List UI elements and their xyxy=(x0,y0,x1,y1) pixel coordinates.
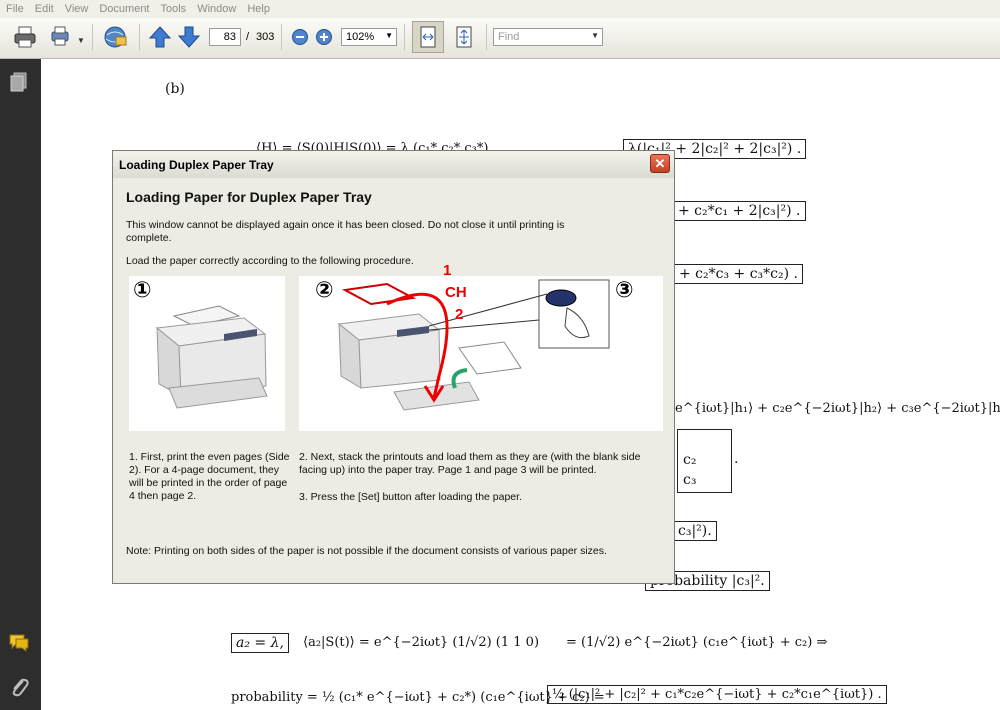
dialog-heading: Loading Paper for Duplex Paper Tray xyxy=(126,189,372,205)
warning-text: This window cannot be displayed again on… xyxy=(126,219,565,244)
menu-window[interactable]: Window xyxy=(191,3,241,15)
toolbar-separator xyxy=(139,24,140,50)
menu-document[interactable]: Document xyxy=(93,3,154,15)
handwritten-note: 1 xyxy=(443,262,452,279)
toolbar-separator xyxy=(486,24,487,50)
loading-duplex-dialog: Loading Duplex Paper Tray ✕ Loading Pape… xyxy=(112,150,675,584)
fit-width-button[interactable] xyxy=(412,21,444,53)
total-pages: 303 xyxy=(256,31,275,43)
print-setup-button[interactable] xyxy=(48,24,74,50)
menu-view[interactable]: View xyxy=(59,3,94,15)
zoom-in-icon xyxy=(316,29,332,45)
find-input[interactable]: Find ▼ xyxy=(493,28,603,46)
tray-illustration xyxy=(337,279,610,411)
navigation-panel xyxy=(0,59,41,710)
pages-icon xyxy=(10,72,27,92)
boxed-equation: + c₂*c₃ + c₃*c₂) . xyxy=(674,264,803,284)
fit-page-button[interactable] xyxy=(451,24,477,50)
boxed-equation: + c₂*c₁ + 2|c₃|²) . xyxy=(673,201,806,221)
arrow-up-icon xyxy=(148,26,172,48)
menu-file[interactable]: File xyxy=(0,3,29,15)
fit-width-icon xyxy=(420,26,436,48)
printer-icon xyxy=(14,26,36,48)
find-placeholder: Find xyxy=(498,31,520,43)
note-text: Note: Printing on both sides of the pape… xyxy=(126,545,607,557)
dialog-title: Loading Duplex Paper Tray xyxy=(119,157,274,172)
zoom-out-button[interactable] xyxy=(287,24,313,50)
arrow-down-icon xyxy=(177,26,201,48)
toolbar-separator xyxy=(404,24,405,50)
boxed-equation: ½ (|c₁|² + |c₂|² + c₁*c₂e^{−iωt} + c₂*c₁… xyxy=(547,685,887,704)
toolbar-separator xyxy=(92,24,93,50)
menu-edit[interactable]: Edit xyxy=(29,3,59,15)
pages-panel-button[interactable] xyxy=(8,71,30,93)
chevron-down-icon: ▼ xyxy=(591,31,599,40)
print-setup-icon xyxy=(51,26,69,46)
handwritten-note: CH xyxy=(445,284,467,301)
next-page-button[interactable] xyxy=(176,24,202,50)
chevron-down-icon: ▼ xyxy=(385,31,393,40)
page-separator: / xyxy=(246,31,250,43)
boxed-eigenvalue: a₂ = λ, xyxy=(231,633,289,653)
close-button[interactable]: ✕ xyxy=(650,154,670,173)
zoom-select[interactable]: 102% ▼ xyxy=(341,28,397,46)
print-setup-dropdown-arrow[interactable]: ▼ xyxy=(77,36,85,45)
browser-button[interactable] xyxy=(102,24,128,50)
instruction-text: Load the paper correctly according to th… xyxy=(126,255,414,267)
equation-line: ⟨a₂|S(t)⟩ = e^{−2iωt} (1/√2) (1 1 0) xyxy=(303,635,540,650)
vector-entry: c₂ xyxy=(683,452,697,468)
fit-page-icon xyxy=(456,26,472,48)
page-number-input[interactable]: 83 xyxy=(209,28,241,46)
toolbar-separator xyxy=(281,24,282,50)
paperclip-icon xyxy=(12,678,29,697)
menu-help[interactable]: Help xyxy=(241,3,275,15)
equation-line: e^{iωt}|h₁⟩ + c₂e^{−2iωt}|h₂⟩ + c₃e^{−2i… xyxy=(675,401,1000,416)
zoom-out-icon xyxy=(292,29,308,45)
zoom-in-button[interactable] xyxy=(311,24,337,50)
attachments-button[interactable] xyxy=(8,676,30,698)
boxed-column-vector: c₂ c₃ xyxy=(677,429,732,493)
boxed-equation: c₃|²). xyxy=(673,521,717,541)
globe-icon xyxy=(104,26,127,48)
step-2-text: 2. Next, stack the printouts and load th… xyxy=(299,451,641,476)
step-1-text: 1. First, print the even pages (Side 2).… xyxy=(129,451,290,502)
menu-bar: File Edit View Document Tools Window Hel… xyxy=(0,0,1000,18)
handwritten-note: 2 xyxy=(455,306,464,323)
close-icon: ✕ xyxy=(654,155,666,171)
vector-entry: c₃ xyxy=(683,472,697,488)
print-button[interactable] xyxy=(12,24,38,50)
dialog-body: Loading Paper for Duplex Paper Tray This… xyxy=(115,179,672,581)
illustration-step-2-3: ② ③ 1 CH 2 xyxy=(299,262,663,431)
comments-button[interactable] xyxy=(8,632,30,654)
step-3-text: 3. Press the [Set] button after loading … xyxy=(299,491,522,503)
zoom-value: 102% xyxy=(346,31,375,43)
period-mark: . xyxy=(734,451,739,467)
label-b: (b) xyxy=(165,81,185,97)
toolbar: ▼ 83 / 303 102% ▼ Find ▼ xyxy=(0,18,1000,59)
dialog-title-bar[interactable]: Loading Duplex Paper Tray xyxy=(113,151,674,178)
comments-icon xyxy=(9,634,29,652)
equation-line: = (1/√2) e^{−2iωt} (c₁e^{iωt} + c₂) ⇒ xyxy=(566,635,828,650)
previous-page-button[interactable] xyxy=(147,24,173,50)
printer-illustration xyxy=(155,305,268,409)
illustration-step-1: ① xyxy=(129,276,285,431)
menu-tools[interactable]: Tools xyxy=(155,3,192,15)
